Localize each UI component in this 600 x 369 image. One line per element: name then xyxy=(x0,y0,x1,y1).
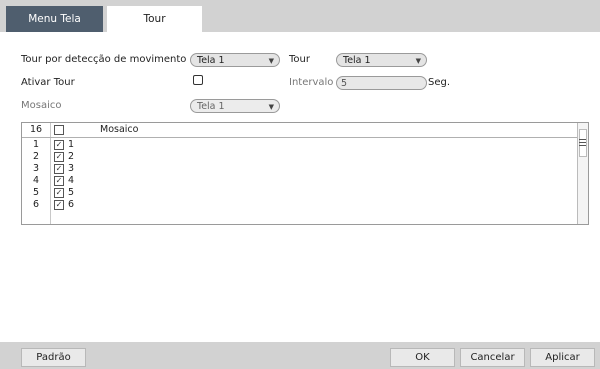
interval-label: Intervalo xyxy=(289,77,334,88)
row-label: 4 xyxy=(68,175,75,186)
row-label: 5 xyxy=(68,187,75,198)
default-button[interactable]: Padrão xyxy=(21,348,86,367)
motion-tour-select-value: Tela 1 xyxy=(197,55,225,66)
enable-tour-checkbox[interactable] xyxy=(193,75,203,85)
header-mosaic-label: Mosaico xyxy=(100,124,139,135)
row-number: 2 xyxy=(32,151,40,162)
row-number: 3 xyxy=(32,163,40,174)
interval-unit: Seg. xyxy=(428,77,451,88)
row-checkbox[interactable]: ✓ xyxy=(54,200,64,210)
tour-select-value: Tela 1 xyxy=(343,55,371,66)
row-checkbox[interactable]: ✓ xyxy=(54,152,64,162)
row-label: 2 xyxy=(68,151,75,162)
row-checkbox[interactable]: ✓ xyxy=(54,164,64,174)
check-icon: ✓ xyxy=(55,188,63,197)
tab-tour[interactable]: Tour xyxy=(107,6,202,32)
scroll-handle-icon xyxy=(579,139,586,146)
row-checkbox[interactable]: ✓ xyxy=(54,176,64,186)
motion-tour-label: Tour por detecção de movimento xyxy=(21,54,187,65)
tour-select[interactable]: Tela 1 ▼ xyxy=(336,53,427,67)
mosaic-select-value: Tela 1 xyxy=(197,101,225,112)
enable-tour-label: Ativar Tour xyxy=(21,77,75,88)
row-number: 5 xyxy=(32,187,40,198)
column-divider xyxy=(50,123,51,224)
row-number: 6 xyxy=(32,199,40,210)
row-label: 1 xyxy=(68,139,75,150)
tab-menu-tela[interactable]: Menu Tela xyxy=(6,6,103,32)
check-icon: ✓ xyxy=(55,164,63,173)
row-number: 1 xyxy=(32,139,40,150)
row-checkbox[interactable]: ✓ xyxy=(54,140,64,150)
motion-tour-select[interactable]: Tela 1 ▼ xyxy=(190,53,280,67)
apply-button[interactable]: Aplicar xyxy=(530,348,595,367)
chevron-down-icon: ▼ xyxy=(415,57,421,65)
row-label: 6 xyxy=(68,199,75,210)
header-count: 16 xyxy=(29,124,43,135)
cancel-button[interactable]: Cancelar xyxy=(460,348,525,367)
check-icon: ✓ xyxy=(55,200,63,209)
row-checkbox[interactable]: ✓ xyxy=(54,188,64,198)
table-header: 16 Mosaico xyxy=(22,123,588,138)
row-number: 4 xyxy=(32,175,40,186)
ok-button[interactable]: OK xyxy=(390,348,455,367)
interval-input[interactable]: 5 xyxy=(336,76,427,90)
tour-label: Tour xyxy=(289,54,310,65)
scrollbar[interactable] xyxy=(577,123,588,224)
check-icon: ✓ xyxy=(55,176,63,185)
check-icon: ✓ xyxy=(55,152,63,161)
chevron-down-icon: ▼ xyxy=(268,103,274,111)
row-label: 3 xyxy=(68,163,75,174)
check-icon: ✓ xyxy=(55,140,63,149)
mosaic-label: Mosaico xyxy=(21,100,62,111)
mosaic-select[interactable]: Tela 1 ▼ xyxy=(190,99,280,113)
select-all-checkbox[interactable] xyxy=(54,125,64,135)
interval-value: 5 xyxy=(341,78,348,89)
mosaic-table: 16 Mosaico 1 ✓ 1 2 ✓ 2 3 ✓ 3 4 ✓ 4 5 ✓ 5 6 ✓ 6 xyxy=(21,122,589,225)
chevron-down-icon: ▼ xyxy=(268,57,274,65)
tab-bar: Menu Tela Tour xyxy=(0,0,600,32)
